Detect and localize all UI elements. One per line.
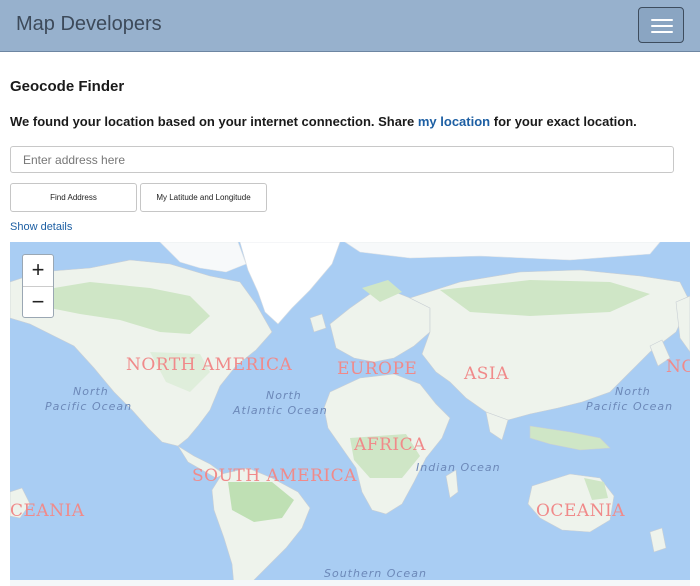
label-indian-ocean: Indian Ocean bbox=[416, 461, 501, 474]
location-message: We found your location based on your int… bbox=[10, 114, 637, 129]
label-oceania-right: OCEANIA bbox=[536, 501, 625, 521]
label-north-america-wrap: NC bbox=[666, 357, 690, 377]
intro-text-before: We found your location based on your int… bbox=[10, 114, 415, 129]
my-lat-lng-button[interactable]: My Latitude and Longitude bbox=[140, 183, 267, 212]
label-europe: EUROPE bbox=[337, 359, 417, 379]
label-north-atlantic-2: Atlantic Ocean bbox=[232, 404, 328, 417]
menu-toggle-button[interactable] bbox=[638, 7, 684, 43]
label-south-america: SOUTH AMERICA bbox=[192, 466, 357, 486]
intro-text-after: for your exact location. bbox=[493, 114, 637, 129]
map-tiles: NORTH AMERICA EUROPE ASIA AFRICA SOUTH A… bbox=[10, 242, 690, 586]
show-details-link[interactable]: Show details bbox=[10, 221, 72, 233]
label-north-pacific-east-1: North bbox=[615, 385, 651, 398]
label-north-pacific-west-1: North bbox=[73, 385, 109, 398]
label-africa: AFRICA bbox=[353, 435, 426, 455]
zoom-out-button[interactable]: − bbox=[23, 287, 53, 318]
label-north-america: NORTH AMERICA bbox=[126, 355, 292, 375]
label-north-pacific-east-2: Pacific Ocean bbox=[586, 400, 673, 413]
address-input[interactable] bbox=[10, 146, 674, 173]
my-location-link[interactable]: my location bbox=[418, 114, 490, 129]
label-asia: ASIA bbox=[463, 364, 509, 384]
find-address-button[interactable]: Find Address bbox=[10, 183, 137, 212]
label-southern-ocean: Southern Ocean bbox=[324, 567, 427, 580]
zoom-in-button[interactable]: + bbox=[23, 255, 53, 287]
page-title: Geocode Finder bbox=[10, 78, 125, 95]
navbar: Map Developers bbox=[0, 0, 700, 52]
zoom-control: + − bbox=[22, 254, 54, 318]
label-north-atlantic-1: North bbox=[266, 389, 302, 402]
label-oceania-left: CEANIA bbox=[10, 501, 85, 521]
label-north-pacific-west-2: Pacific Ocean bbox=[45, 400, 132, 413]
brand-title[interactable]: Map Developers bbox=[16, 13, 162, 36]
hamburger-icon bbox=[651, 19, 673, 21]
world-map[interactable]: NORTH AMERICA EUROPE ASIA AFRICA SOUTH A… bbox=[10, 242, 690, 586]
